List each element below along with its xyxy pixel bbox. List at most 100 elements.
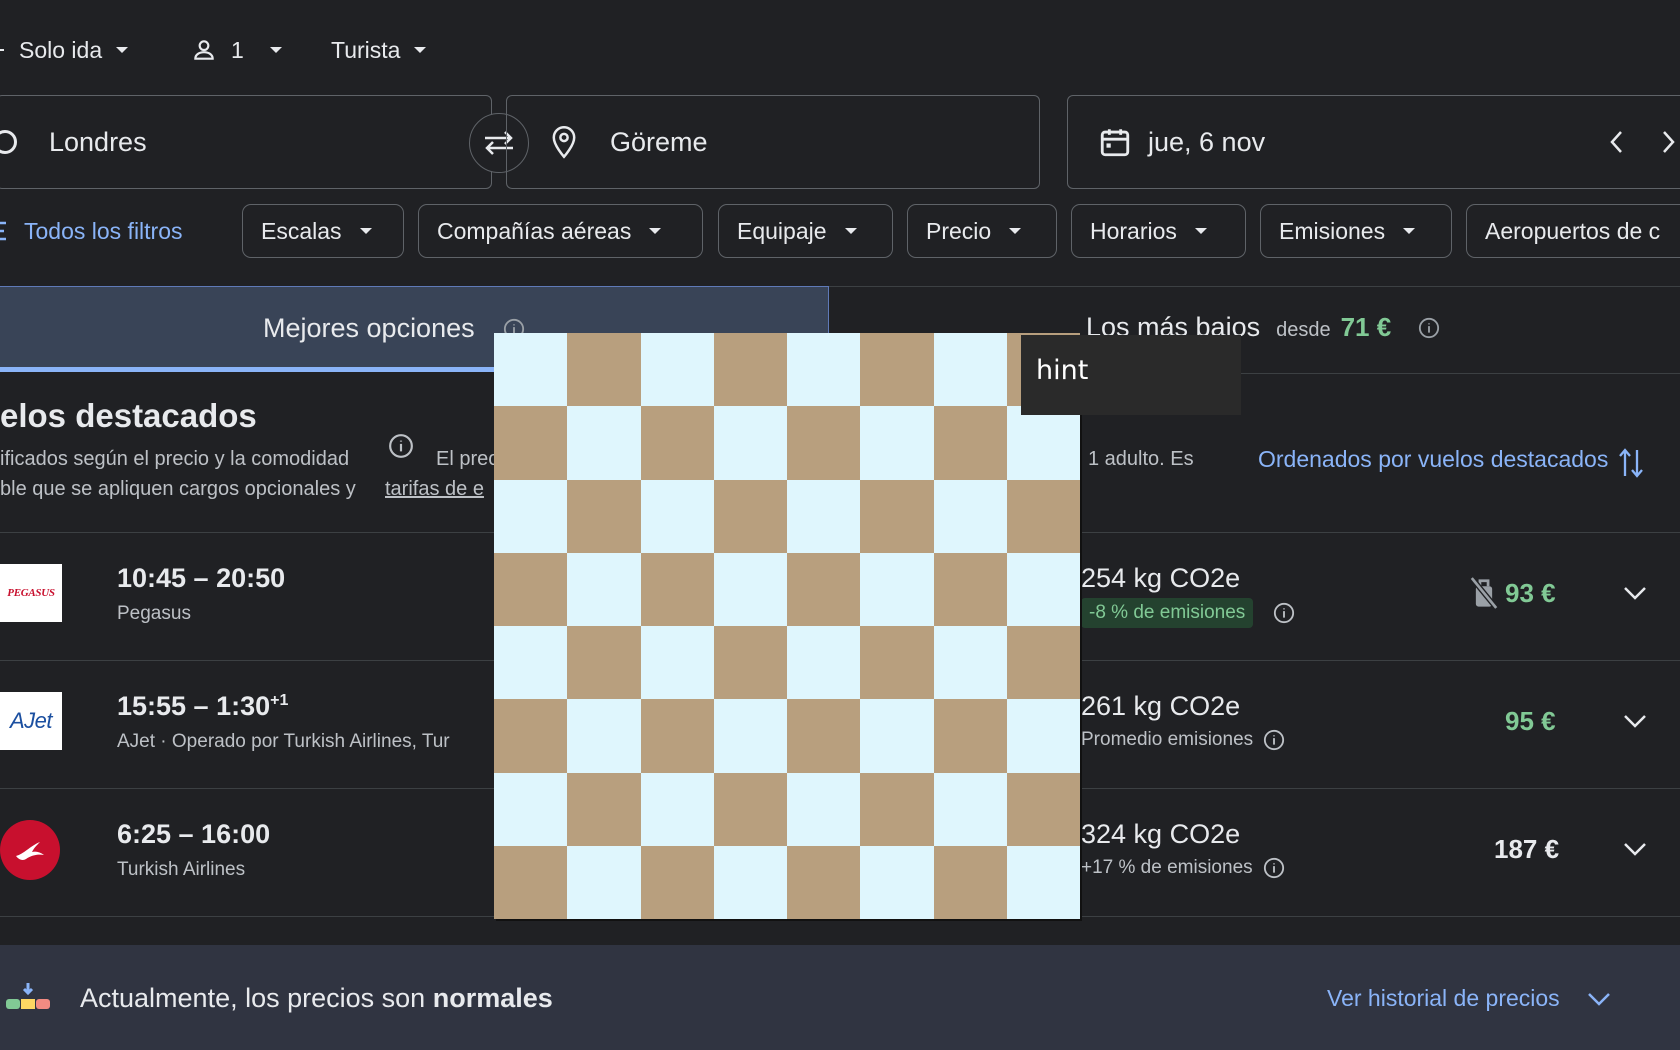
chip-label: Escalas bbox=[261, 217, 342, 244]
sort-label: Ordenados por vuelos destacados bbox=[1258, 446, 1609, 472]
price-insight-text: Actualmente, los precios son normales bbox=[80, 983, 553, 1014]
info-icon[interactable] bbox=[1263, 857, 1285, 879]
chip-equipaje[interactable]: Equipaje bbox=[718, 204, 893, 258]
chevron-down-icon bbox=[359, 228, 372, 234]
chevron-down-icon[interactable] bbox=[1622, 712, 1648, 730]
checker-cell bbox=[494, 552, 568, 626]
checker-cell bbox=[567, 626, 641, 700]
checker-cell bbox=[933, 552, 1007, 626]
checker-cell bbox=[567, 479, 641, 553]
flight-co2: 261 kg CO2e bbox=[1081, 691, 1241, 721]
chevron-down-icon bbox=[414, 47, 427, 53]
checker-cell bbox=[713, 479, 787, 553]
checker-cell bbox=[567, 845, 641, 919]
checker-cell bbox=[713, 406, 787, 480]
chevron-down-icon[interactable] bbox=[1622, 584, 1648, 602]
location-pin-icon bbox=[552, 126, 576, 159]
flight-times-text: 15:55 – 1:30 bbox=[117, 691, 271, 721]
flight-price: 95 € bbox=[1505, 706, 1556, 736]
origin-field[interactable]: Londres bbox=[0, 95, 492, 189]
checker-cell bbox=[640, 845, 714, 919]
chip-label: Compañías aéreas bbox=[437, 217, 632, 244]
trip-type-label: Solo ida bbox=[19, 36, 103, 63]
flight-airline: Pegasus bbox=[117, 603, 191, 624]
chip-label: Horarios bbox=[1090, 217, 1177, 244]
checker-cell bbox=[713, 772, 787, 846]
checker-cell bbox=[933, 333, 1007, 407]
checker-cell bbox=[933, 772, 1007, 846]
destination-value: Göreme bbox=[610, 126, 708, 157]
checker-cell bbox=[933, 406, 1007, 480]
checker-cell bbox=[787, 479, 861, 553]
chevron-right-icon[interactable] bbox=[1658, 129, 1678, 155]
filter-icon bbox=[0, 221, 6, 241]
destination-field[interactable]: Göreme bbox=[506, 95, 1040, 189]
tab-cheapest-price: 71 € bbox=[1340, 312, 1392, 342]
person-icon bbox=[194, 40, 214, 60]
chip-emisiones[interactable]: Emisiones bbox=[1260, 204, 1452, 258]
checker-cell bbox=[494, 699, 568, 773]
calendar-icon bbox=[1100, 129, 1130, 157]
chevron-down-icon bbox=[269, 47, 282, 53]
flight-airline: Turkish Airlines bbox=[117, 859, 246, 880]
results-subtitle-c: 1 adulto. Es bbox=[1088, 448, 1194, 470]
info-icon[interactable] bbox=[1418, 317, 1440, 339]
date-field[interactable]: jue, 6 nov bbox=[1067, 95, 1680, 189]
info-icon[interactable] bbox=[1273, 602, 1295, 624]
chevron-down-icon bbox=[844, 228, 857, 234]
flight-price: 187 € bbox=[1494, 834, 1560, 864]
checker-cell bbox=[860, 772, 934, 846]
price-insight-level: normales bbox=[432, 983, 553, 1013]
chip-aeropuertos[interactable]: Aeropuertos de c bbox=[1466, 204, 1680, 258]
emissions-label: +17 % de emisiones bbox=[1081, 857, 1253, 878]
checker-cell bbox=[1006, 699, 1080, 773]
no-carry-on-bag-icon bbox=[1469, 576, 1499, 610]
chip-label: Equipaje bbox=[737, 217, 827, 244]
checker-cell bbox=[933, 626, 1007, 700]
checker-cell bbox=[567, 699, 641, 773]
all-filters-button[interactable]: Todos los filtros bbox=[0, 204, 183, 258]
info-icon[interactable] bbox=[1263, 729, 1285, 751]
flight-times: 6:25 – 16:00 bbox=[117, 819, 271, 849]
info-icon[interactable] bbox=[388, 433, 414, 459]
flight-price: 93 € bbox=[1505, 578, 1556, 608]
checker-cell bbox=[1006, 479, 1080, 553]
sort-button[interactable]: Ordenados por vuelos destacados bbox=[1258, 446, 1644, 480]
all-filters-label: Todos los filtros bbox=[24, 217, 183, 244]
checker-cell bbox=[860, 552, 934, 626]
checker-cell bbox=[713, 552, 787, 626]
chip-precio[interactable]: Precio bbox=[907, 204, 1057, 258]
results-heading: elos destacados bbox=[0, 397, 257, 434]
hint-tooltip: hint bbox=[1021, 335, 1241, 415]
checker-cell bbox=[860, 626, 934, 700]
tab-best-label: Mejores opciones bbox=[263, 313, 475, 343]
results-subtitle-line2: ble que se apliquen cargos opcionales y bbox=[0, 478, 356, 500]
passengers-dropdown[interactable]: 1 bbox=[191, 30, 282, 70]
checker-cell bbox=[933, 699, 1007, 773]
chevron-down-icon[interactable] bbox=[1622, 840, 1648, 858]
chip-escalas[interactable]: Escalas bbox=[242, 204, 404, 258]
chip-companias[interactable]: Compañías aéreas bbox=[418, 204, 703, 258]
chip-horarios[interactable]: Horarios bbox=[1071, 204, 1246, 258]
flight-co2: 324 kg CO2e bbox=[1081, 819, 1241, 849]
chevron-left-icon[interactable] bbox=[1607, 129, 1627, 155]
checkerboard-overlay bbox=[494, 333, 1080, 919]
checker-cell bbox=[640, 333, 714, 407]
checker-cell bbox=[787, 845, 861, 919]
checker-cell bbox=[787, 333, 861, 407]
logo-text: PEGASUS bbox=[7, 587, 55, 599]
checker-cell bbox=[567, 406, 641, 480]
checker-cell bbox=[494, 333, 568, 407]
cabin-class-dropdown[interactable]: Turista bbox=[331, 30, 427, 70]
results-subtitle-b: El prec bbox=[436, 448, 499, 470]
checker-cell bbox=[787, 699, 861, 773]
checker-cell bbox=[787, 772, 861, 846]
checker-cell bbox=[713, 626, 787, 700]
trip-type-dropdown[interactable]: Solo ida bbox=[19, 30, 129, 70]
flight-airline: AJet · Operado por Turkish Airlines, Tur bbox=[117, 731, 450, 752]
checker-cell bbox=[713, 699, 787, 773]
baggage-fees-link[interactable]: tarifas de e bbox=[385, 478, 484, 501]
checker-cell bbox=[567, 333, 641, 407]
price-history-button[interactable]: Ver historial de precios bbox=[1327, 985, 1612, 1012]
checker-cell bbox=[860, 333, 934, 407]
